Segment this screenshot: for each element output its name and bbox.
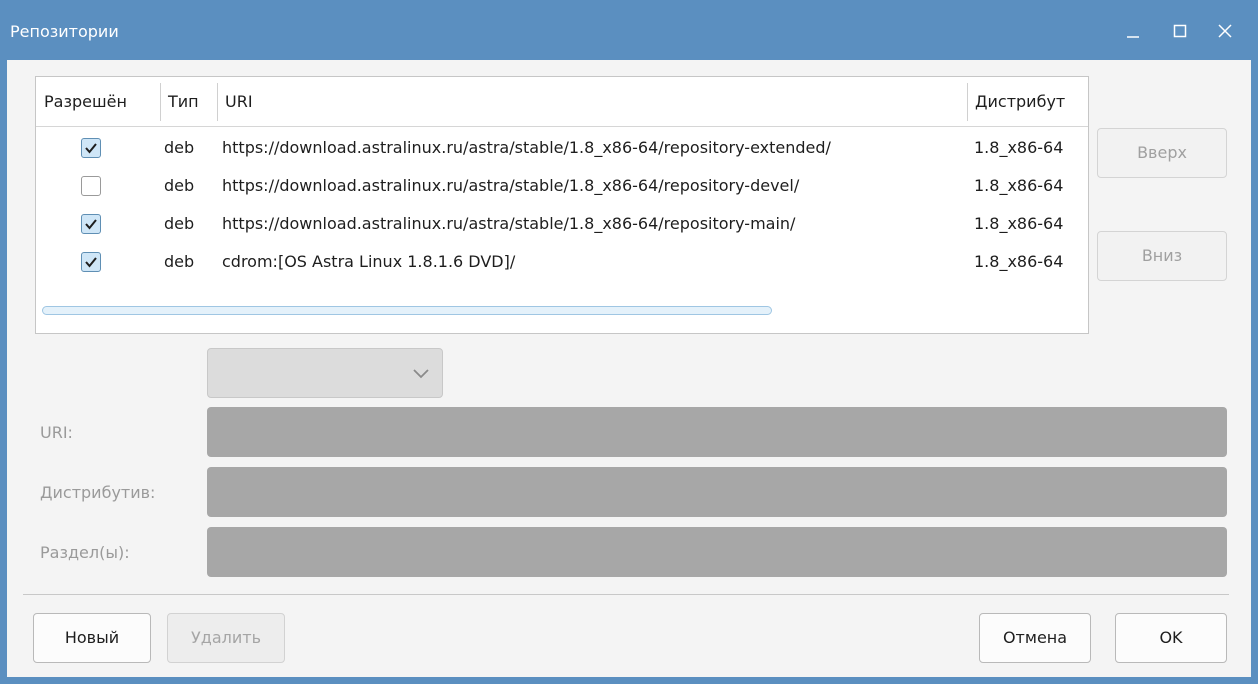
maximize-icon[interactable] bbox=[1167, 18, 1193, 44]
sections-field[interactable] bbox=[207, 527, 1227, 577]
window-title: Репозитории bbox=[10, 22, 119, 41]
enabled-checkbox[interactable] bbox=[81, 138, 101, 158]
table-row[interactable]: deb https://download.astralinux.ru/astra… bbox=[36, 167, 1081, 205]
row-type: deb bbox=[164, 138, 195, 157]
ok-button[interactable]: OK bbox=[1115, 613, 1227, 663]
delete-button[interactable]: Удалить bbox=[167, 613, 285, 663]
divider bbox=[23, 594, 1229, 595]
distribution-label: Дистрибутив: bbox=[40, 483, 156, 502]
enabled-checkbox[interactable] bbox=[81, 214, 101, 234]
table-row[interactable]: deb cdrom:[OS Astra Linux 1.8.1.6 DVD]/ … bbox=[36, 243, 1081, 281]
minimize-icon[interactable] bbox=[1120, 18, 1146, 44]
row-uri: https://download.astralinux.ru/astra/sta… bbox=[222, 176, 800, 195]
table-row[interactable]: deb https://download.astralinux.ru/astra… bbox=[36, 129, 1081, 167]
move-down-button[interactable]: Вниз bbox=[1097, 231, 1227, 281]
uri-label: URI: bbox=[40, 423, 73, 442]
check-icon bbox=[85, 257, 97, 268]
type-combobox[interactable] bbox=[207, 348, 443, 398]
row-type: deb bbox=[164, 176, 195, 195]
uri-field[interactable] bbox=[207, 407, 1227, 457]
repository-list[interactable]: Разрешён Тип URI Дистрибут deb https://d… bbox=[35, 76, 1089, 334]
enabled-checkbox[interactable] bbox=[81, 252, 101, 272]
move-up-button[interactable]: Вверх bbox=[1097, 128, 1227, 178]
row-distribution: 1.8_x86-64 bbox=[974, 214, 1064, 233]
close-icon[interactable] bbox=[1212, 18, 1238, 44]
title-bar[interactable]: Репозитории bbox=[0, 0, 1258, 60]
row-uri: https://download.astralinux.ru/astra/sta… bbox=[222, 214, 796, 233]
row-type: deb bbox=[164, 252, 195, 271]
row-distribution: 1.8_x86-64 bbox=[974, 176, 1064, 195]
distribution-field[interactable] bbox=[207, 467, 1227, 517]
check-icon bbox=[85, 143, 97, 154]
cancel-button[interactable]: Отмена bbox=[979, 613, 1091, 663]
column-header-type[interactable]: Тип bbox=[160, 77, 217, 127]
check-icon bbox=[85, 219, 97, 230]
column-header-enabled[interactable]: Разрешён bbox=[36, 77, 160, 127]
row-type: deb bbox=[164, 214, 195, 233]
row-distribution: 1.8_x86-64 bbox=[974, 252, 1064, 271]
repositories-window: Репозитории Разрешён Тип URI Дистрибут d… bbox=[0, 0, 1258, 684]
column-header-uri[interactable]: URI bbox=[217, 77, 967, 127]
dialog-body: Разрешён Тип URI Дистрибут deb https://d… bbox=[7, 60, 1251, 677]
row-distribution: 1.8_x86-64 bbox=[974, 138, 1064, 157]
table-row[interactable]: deb https://download.astralinux.ru/astra… bbox=[36, 205, 1081, 243]
list-header: Разрешён Тип URI Дистрибут bbox=[36, 77, 1088, 127]
row-uri: cdrom:[OS Astra Linux 1.8.1.6 DVD]/ bbox=[222, 252, 516, 271]
column-header-distribution[interactable]: Дистрибут bbox=[967, 77, 1089, 127]
chevron-down-icon bbox=[413, 369, 429, 379]
enabled-checkbox[interactable] bbox=[81, 176, 101, 196]
row-uri: https://download.astralinux.ru/astra/sta… bbox=[222, 138, 831, 157]
horizontal-scrollbar[interactable] bbox=[42, 306, 772, 315]
sections-label: Раздел(ы): bbox=[40, 543, 130, 562]
new-button[interactable]: Новый bbox=[33, 613, 151, 663]
